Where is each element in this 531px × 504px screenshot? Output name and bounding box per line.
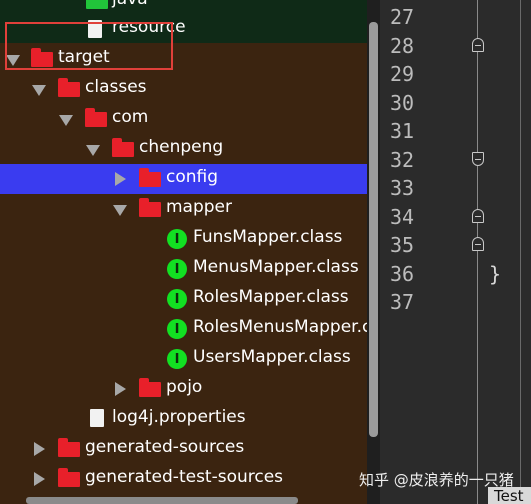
editor-divider <box>520 0 521 504</box>
tree-item-rolesmapper[interactable]: I RolesMapper.class <box>0 284 368 314</box>
chevron-right-icon[interactable] <box>34 472 45 486</box>
tree-item-label: RolesMapper.class <box>193 287 349 307</box>
line-number: 34 <box>390 205 415 229</box>
folder-icon <box>58 438 80 457</box>
tree-item-config[interactable]: config <box>0 164 368 194</box>
tree-item-label: RolesMenusMapper.class <box>193 317 380 337</box>
folder-icon <box>58 468 80 487</box>
project-tree[interactable]: java resource target classes com chenpen… <box>0 0 380 504</box>
chevron-right-icon[interactable] <box>115 382 126 396</box>
tree-item-label: chenpeng <box>139 137 224 157</box>
line-number: 32 <box>390 148 415 172</box>
tree-item-rolesmenusmapper[interactable]: I RolesMenusMapper.class <box>0 314 380 344</box>
tree-item-label: java <box>112 0 148 9</box>
interface-icon: I <box>167 349 187 369</box>
tree-item-java[interactable]: java <box>0 0 368 15</box>
folder-icon <box>58 78 80 97</box>
line-number: 27 <box>390 5 415 29</box>
code-closing-brace: } <box>489 262 502 286</box>
properties-file-icon <box>90 409 104 427</box>
tree-item-mapper[interactable]: mapper <box>0 194 368 224</box>
tree-item-menusmapper[interactable]: I MenusMapper.class <box>0 254 368 284</box>
tree-item-label: mapper <box>166 197 233 217</box>
line-number: 33 <box>390 176 415 200</box>
folder-icon <box>112 138 134 157</box>
interface-icon: I <box>167 319 187 339</box>
tree-item-label: MenusMapper.class <box>193 257 359 277</box>
chevron-down-icon[interactable] <box>32 85 46 96</box>
line-number: 37 <box>390 290 415 314</box>
fold-icon[interactable] <box>472 237 484 251</box>
tree-item-label: classes <box>85 77 147 97</box>
chevron-right-icon[interactable] <box>34 442 45 456</box>
folder-icon <box>139 378 161 397</box>
folder-icon <box>139 168 161 187</box>
tab-test[interactable]: Test <box>488 487 531 504</box>
chevron-down-icon[interactable] <box>86 145 100 156</box>
tree-item-pojo[interactable]: pojo <box>0 374 368 404</box>
tree-item-generated-sources[interactable]: generated-sources <box>0 434 368 464</box>
tree-item-usersmapper[interactable]: I UsersMapper.class <box>0 344 368 374</box>
interface-icon: I <box>167 289 187 309</box>
tree-item-label: generated-sources <box>85 437 245 457</box>
tree-item-chenpeng[interactable]: chenpeng <box>0 134 368 164</box>
line-number: 36 <box>390 262 415 286</box>
tree-item-label: config <box>166 167 219 187</box>
tree-item-label: log4j.properties <box>112 407 246 427</box>
line-number: 29 <box>390 62 415 86</box>
tree-scrollbar-thumb[interactable] <box>369 22 378 437</box>
tree-item-label: UsersMapper.class <box>193 347 351 367</box>
tree-item-label: pojo <box>166 377 203 397</box>
line-number: 31 <box>390 119 415 143</box>
fold-icon[interactable] <box>472 209 484 223</box>
tree-item-classes[interactable]: classes <box>0 74 368 104</box>
fold-icon[interactable] <box>472 152 484 166</box>
tree-item-label: generated-test-sources <box>85 467 284 487</box>
chevron-right-icon[interactable] <box>115 172 126 186</box>
interface-icon: I <box>167 229 187 249</box>
fold-icon[interactable] <box>472 38 484 52</box>
tree-item-generated-test-sources[interactable]: generated-test-sources <box>0 464 368 494</box>
line-number: 28 <box>390 34 415 58</box>
chevron-down-icon[interactable] <box>59 115 73 126</box>
interface-icon: I <box>167 259 187 279</box>
chevron-down-icon[interactable] <box>113 205 127 216</box>
tree-horizontal-scrollbar[interactable] <box>26 497 298 504</box>
tree-item-funsmapper[interactable]: I FunsMapper.class <box>0 224 368 254</box>
folder-icon <box>139 198 161 217</box>
folder-icon <box>86 0 108 9</box>
line-number: 30 <box>390 91 415 115</box>
annotation-highlight-box <box>5 22 173 70</box>
tree-item-label: FunsMapper.class <box>193 227 343 247</box>
tree-item-label: com <box>112 107 149 127</box>
tree-item-log4j[interactable]: log4j.properties <box>0 404 368 434</box>
folder-icon <box>85 108 107 127</box>
gutter-fold-line <box>477 0 478 504</box>
line-number: 35 <box>390 233 415 257</box>
tree-item-com[interactable]: com <box>0 104 368 134</box>
